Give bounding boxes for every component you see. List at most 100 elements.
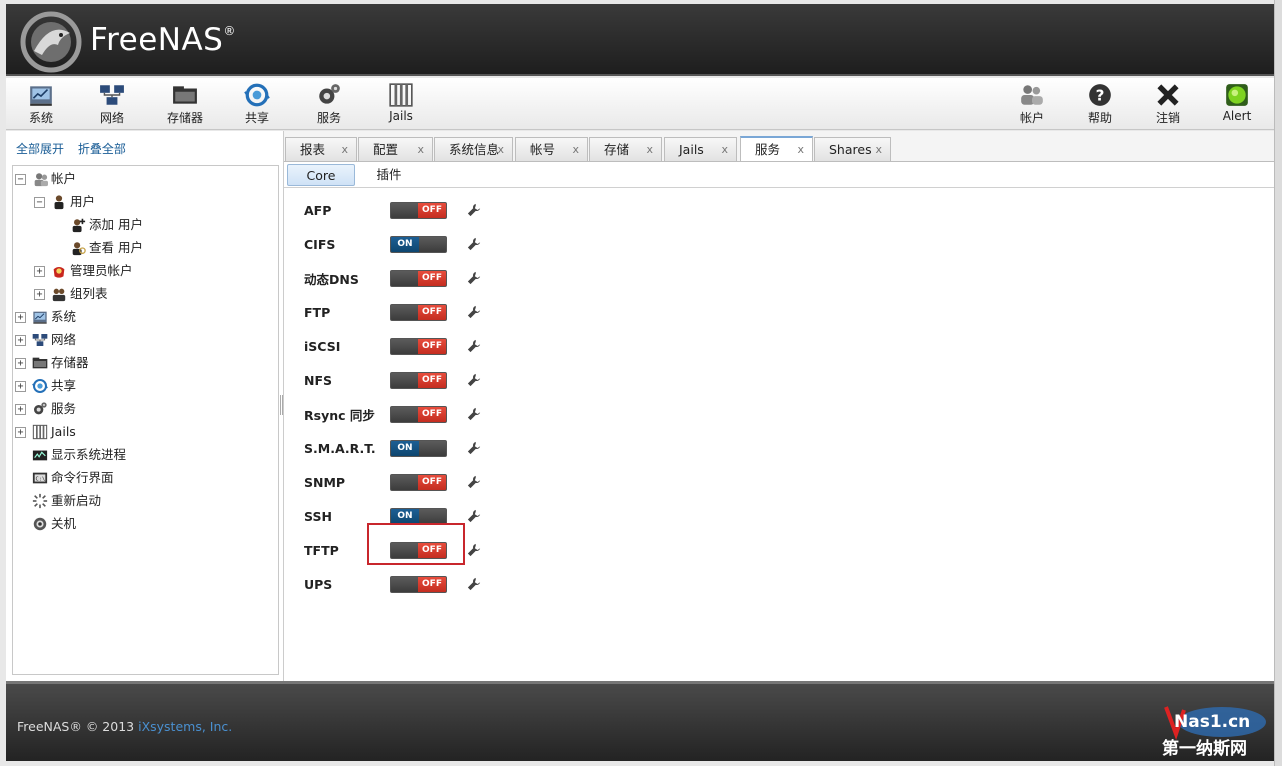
tree-node-label: 显示系统进程	[51, 447, 127, 462]
tab-4[interactable]: 存储 x	[589, 137, 662, 161]
service-toggle[interactable]: OFF	[390, 575, 447, 593]
wrench-icon[interactable]	[467, 543, 481, 557]
service-toggle[interactable]: ON	[390, 235, 447, 253]
tree-node[interactable]: 添加 用户	[53, 215, 143, 235]
tree-node[interactable]: + 服务	[15, 399, 76, 419]
tab-3[interactable]: 帐号 x	[515, 137, 588, 161]
toolbar-alert-button[interactable]: Alert	[1208, 80, 1266, 128]
service-name: 动态DNS	[304, 271, 359, 287]
tab-close-icon[interactable]: x	[341, 138, 348, 161]
tab-close-icon[interactable]: x	[497, 138, 504, 161]
wrench-icon[interactable]	[467, 373, 481, 387]
toolbar-network-button[interactable]: 网络	[83, 80, 141, 128]
tab-close-icon[interactable]: x	[875, 138, 882, 161]
app-footer: FreeNAS® © 2013 iXsystems, Inc. Nas1.cn …	[6, 681, 1274, 761]
service-toggle[interactable]: OFF	[390, 473, 447, 491]
tree-node[interactable]: + 管理员帐户	[34, 261, 133, 281]
tree-node[interactable]: 显示系统进程	[15, 445, 126, 465]
service-toggle[interactable]: OFF	[390, 405, 447, 423]
company-link[interactable]: iXsystems, Inc.	[138, 719, 232, 734]
toolbar-logout-button[interactable]: 注销	[1139, 80, 1197, 128]
wrench-icon[interactable]	[467, 407, 481, 421]
tree-expand-toggle[interactable]: +	[15, 311, 26, 323]
tab-close-icon[interactable]: x	[417, 138, 424, 161]
service-name: iSCSI	[304, 338, 341, 354]
window-edge	[1274, 0, 1282, 766]
freenas-shark-logo-icon	[20, 11, 82, 73]
app-header: FreeNAS®	[6, 4, 1274, 76]
tree-node[interactable]: C:\ 命令行界面	[15, 468, 114, 488]
tree-node[interactable]: 关机	[15, 514, 76, 534]
toolbar-account-button[interactable]: 帐户	[1003, 80, 1061, 128]
tree-node[interactable]: + 组列表	[34, 284, 108, 304]
tree-expand-toggle[interactable]: +	[15, 426, 26, 438]
tree-expand-toggle[interactable]: +	[34, 265, 45, 277]
wrench-icon[interactable]	[467, 203, 481, 217]
service-toggle[interactable]: OFF	[390, 303, 447, 321]
service-row: 动态DNS OFF	[304, 267, 481, 289]
toolbar-services-button[interactable]: 服务	[300, 80, 358, 128]
service-toggle[interactable]: ON	[390, 439, 447, 457]
tree-node[interactable]: − 帐户	[15, 169, 76, 189]
tree-node[interactable]: + 系统	[15, 307, 76, 327]
toolbar-sharing-button[interactable]: 共享	[228, 80, 286, 128]
tree-expand-toggle[interactable]: +	[15, 380, 26, 392]
alert-icon	[1226, 84, 1248, 106]
wrench-icon[interactable]	[467, 271, 481, 285]
tab-6[interactable]: 服务 x	[740, 136, 813, 161]
tree-node[interactable]: + 网络	[15, 330, 76, 350]
collapse-all-link[interactable]: 折叠全部	[78, 142, 126, 156]
subtab-1[interactable]: 插件	[364, 164, 414, 186]
tree-node[interactable]: + Jails	[15, 422, 76, 442]
wrench-icon[interactable]	[467, 577, 481, 591]
toolbar-storage-button[interactable]: 存储器	[156, 80, 214, 128]
wrench-icon[interactable]	[467, 237, 481, 251]
groups-icon	[52, 288, 66, 302]
tree-expand-toggle[interactable]: +	[15, 357, 26, 369]
tree-collapse-toggle[interactable]: −	[15, 173, 26, 185]
tree-collapse-toggle[interactable]: −	[34, 196, 45, 208]
storage-icon	[32, 357, 48, 369]
tab-5[interactable]: Jails x	[664, 137, 737, 161]
service-toggle[interactable]: ON	[390, 507, 447, 525]
tree-expand-toggle[interactable]: +	[15, 403, 26, 415]
toolbar-help-button[interactable]: ? 帮助	[1071, 80, 1129, 128]
subtab-bar: Core 插件	[284, 162, 1274, 188]
tab-close-icon[interactable]: x	[797, 138, 804, 161]
tab-1[interactable]: 配置 x	[358, 137, 433, 161]
panel-splitter[interactable]	[280, 395, 283, 415]
tree-expand-toggle[interactable]: +	[34, 288, 45, 300]
tree-node[interactable]: − 用户	[34, 192, 95, 212]
service-toggle[interactable]: OFF	[390, 337, 447, 355]
subtab-0[interactable]: Core	[287, 164, 355, 186]
add-user-icon	[72, 218, 86, 233]
service-toggle[interactable]: OFF	[390, 269, 447, 287]
tab-2[interactable]: 系统信息 x	[434, 137, 513, 161]
system-icon	[33, 311, 47, 324]
tree-expand-toggle[interactable]: +	[15, 334, 26, 346]
wrench-icon[interactable]	[467, 441, 481, 455]
wrench-icon[interactable]	[467, 475, 481, 489]
tab-label: 帐号	[530, 142, 556, 157]
wrench-icon[interactable]	[467, 305, 481, 319]
toolbar-jails-button[interactable]: Jails	[372, 80, 430, 128]
network-icon	[32, 334, 48, 346]
tab-close-icon[interactable]: x	[572, 138, 579, 161]
toolbar-system-button[interactable]: 系统	[12, 80, 70, 128]
wrench-icon[interactable]	[467, 339, 481, 353]
tree-node-label: 用户	[70, 194, 96, 209]
left-panel: 全部展开 折叠全部 − 帐户 − 用户 添加 用户 查看 用户 + 管理员帐户 + 组列表 + 系统 +…	[6, 131, 284, 681]
tab-close-icon[interactable]: x	[646, 138, 653, 161]
tree-node[interactable]: + 共享	[15, 376, 76, 396]
service-toggle[interactable]: OFF	[390, 371, 447, 389]
tree-node[interactable]: 重新启动	[15, 491, 101, 511]
expand-all-link[interactable]: 全部展开	[16, 142, 64, 156]
tab-0[interactable]: 报表 x	[285, 137, 357, 161]
tab-7[interactable]: Shares x	[814, 137, 891, 161]
service-toggle[interactable]: OFF	[390, 201, 447, 219]
wrench-icon[interactable]	[467, 509, 481, 523]
service-row: AFP OFF	[304, 199, 481, 221]
tab-close-icon[interactable]: x	[721, 138, 728, 161]
tree-node[interactable]: + 存储器	[15, 353, 89, 373]
tree-node[interactable]: 查看 用户	[53, 238, 143, 258]
